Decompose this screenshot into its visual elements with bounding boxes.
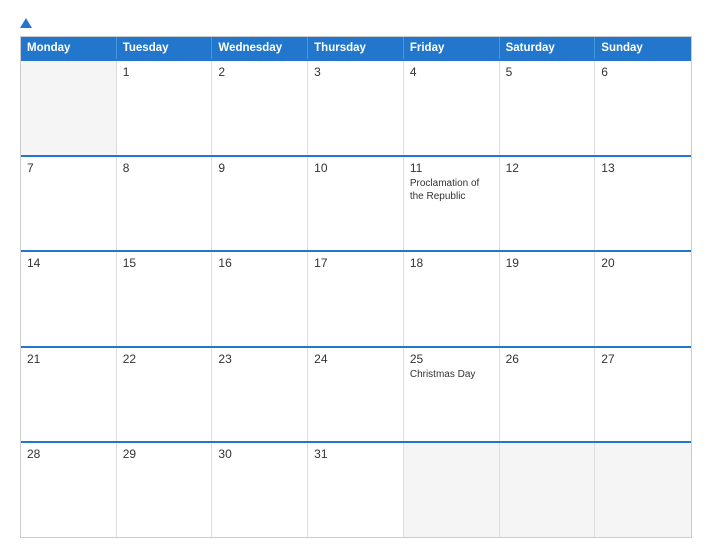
calendar-week-1: 123456 <box>21 59 691 155</box>
col-saturday: Saturday <box>500 37 596 59</box>
calendar-cell: 10 <box>308 157 404 251</box>
day-number: 25 <box>410 352 493 366</box>
calendar-cell: 26 <box>500 348 596 442</box>
calendar-cell <box>21 61 117 155</box>
col-sunday: Sunday <box>595 37 691 59</box>
day-number: 10 <box>314 161 397 175</box>
calendar-cell: 16 <box>212 252 308 346</box>
calendar-header-row: Monday Tuesday Wednesday Thursday Friday… <box>21 37 691 59</box>
day-number: 30 <box>218 447 301 461</box>
day-number: 8 <box>123 161 206 175</box>
day-number: 5 <box>506 65 589 79</box>
day-number: 22 <box>123 352 206 366</box>
day-number: 19 <box>506 256 589 270</box>
calendar-week-2: 789 10 11 Proclamation of the Republic 12 13 <box>21 155 691 251</box>
calendar-week-3: 14 15 16 17 18 19 20 <box>21 250 691 346</box>
calendar-cell: 22 <box>117 348 213 442</box>
col-tuesday: Tuesday <box>117 37 213 59</box>
day-number: 14 <box>27 256 110 270</box>
calendar-cell: 20 <box>595 252 691 346</box>
calendar-cell: 19 <box>500 252 596 346</box>
day-number: 15 <box>123 256 206 270</box>
day-number: 26 <box>506 352 589 366</box>
day-number: 7 <box>27 161 110 175</box>
calendar-cell: 14 <box>21 252 117 346</box>
col-thursday: Thursday <box>308 37 404 59</box>
col-monday: Monday <box>21 37 117 59</box>
day-number: 27 <box>601 352 685 366</box>
calendar-cell: 3 <box>308 61 404 155</box>
calendar-cell: 7 <box>21 157 117 251</box>
calendar-cell: 17 <box>308 252 404 346</box>
day-number: 29 <box>123 447 206 461</box>
calendar-cell: 11 Proclamation of the Republic <box>404 157 500 251</box>
day-number: 23 <box>218 352 301 366</box>
calendar-cell: 4 <box>404 61 500 155</box>
calendar-body: 1234567891011Proclamation of the Republi… <box>21 59 691 537</box>
day-number: 16 <box>218 256 301 270</box>
calendar-grid: Monday Tuesday Wednesday Thursday Friday… <box>20 36 692 538</box>
event-label: Christmas Day <box>410 369 476 380</box>
calendar-cell: 5 <box>500 61 596 155</box>
day-number: 18 <box>410 256 493 270</box>
day-number: 20 <box>601 256 685 270</box>
calendar-cell: 1 <box>117 61 213 155</box>
calendar-page: Monday Tuesday Wednesday Thursday Friday… <box>0 0 712 550</box>
calendar-cell: 29 <box>117 443 213 537</box>
logo <box>20 18 34 28</box>
day-number: 28 <box>27 447 110 461</box>
day-number: 11 <box>410 161 493 175</box>
day-number: 1 <box>123 65 206 79</box>
calendar-cell: 18 <box>404 252 500 346</box>
day-number: 3 <box>314 65 397 79</box>
logo-triangle-icon <box>20 18 32 28</box>
event-label: Proclamation of the Republic <box>410 178 479 202</box>
calendar-cell: 2 <box>212 61 308 155</box>
calendar-cell: 21 <box>21 348 117 442</box>
calendar-cell: 6 <box>595 61 691 155</box>
day-number: 9 <box>218 161 301 175</box>
col-friday: Friday <box>404 37 500 59</box>
day-number: 24 <box>314 352 397 366</box>
calendar-cell: 24 <box>308 348 404 442</box>
calendar-cell: 12 <box>500 157 596 251</box>
calendar-cell: 15 <box>117 252 213 346</box>
col-wednesday: Wednesday <box>212 37 308 59</box>
calendar-cell: 8 <box>117 157 213 251</box>
day-number: 2 <box>218 65 301 79</box>
day-number: 17 <box>314 256 397 270</box>
calendar-week-5: 28 29 30 31 <box>21 441 691 537</box>
day-number: 4 <box>410 65 493 79</box>
calendar-cell: 27 <box>595 348 691 442</box>
calendar-cell: 30 <box>212 443 308 537</box>
calendar-cell: 23 <box>212 348 308 442</box>
calendar-cell <box>500 443 596 537</box>
calendar-cell <box>404 443 500 537</box>
day-number: 31 <box>314 447 397 461</box>
day-number: 13 <box>601 161 685 175</box>
calendar-cell: 31 <box>308 443 404 537</box>
calendar-cell: 13 <box>595 157 691 251</box>
day-number: 6 <box>601 65 685 79</box>
day-number: 12 <box>506 161 589 175</box>
calendar-cell <box>595 443 691 537</box>
day-number: 21 <box>27 352 110 366</box>
calendar-week-4: 21 22 23 24 25 Christmas Day 26 27 <box>21 346 691 442</box>
logo-blue-text <box>20 18 34 28</box>
calendar-cell: 9 <box>212 157 308 251</box>
header <box>20 18 692 28</box>
calendar-cell: 25 Christmas Day <box>404 348 500 442</box>
calendar-cell: 28 <box>21 443 117 537</box>
